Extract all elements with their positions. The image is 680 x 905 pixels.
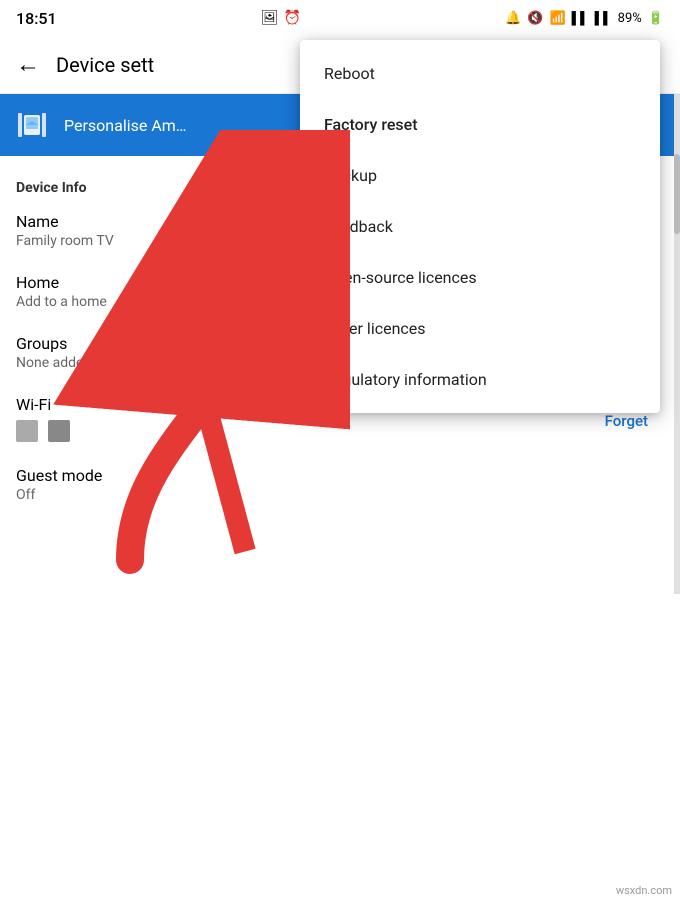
dropdown-menu: Reboot Factory reset Backup Feedback Ope… <box>300 40 660 413</box>
photo-icon: 🖼 <box>261 10 279 26</box>
wifi-box-2 <box>48 420 70 442</box>
wifi-left: Wi-Fi <box>16 395 70 442</box>
dropdown-item-open-source[interactable]: Open-source licences <box>300 252 660 303</box>
wifi-label: Wi-Fi <box>16 395 70 414</box>
scrollbar-thumb[interactable] <box>674 154 680 234</box>
battery-percent: 89% <box>618 11 642 26</box>
page-title: Device sett <box>56 53 154 77</box>
alarm-icon: ⏰ <box>284 10 301 26</box>
signal-icon: ▌▌ <box>572 11 589 25</box>
wifi-icon: 📶 <box>549 11 565 26</box>
status-time: 18:51 <box>16 9 57 28</box>
dropdown-item-regulatory[interactable]: Regulatory information <box>300 354 660 405</box>
guest-mode-value: Off <box>16 487 664 503</box>
guest-mode-label: Guest mode <box>16 466 664 485</box>
signal2-icon: ▌▌ <box>595 11 612 25</box>
wifi-icons <box>16 420 70 442</box>
status-bar: 18:51 🖼 ⏰ 🔔 🔇 📶 ▌▌ ▌▌ 89% 🔋 <box>0 0 680 36</box>
status-right-icons: 🔔 🔇 📶 ▌▌ ▌▌ 89% 🔋 <box>505 11 664 26</box>
back-button[interactable]: ← <box>16 50 40 79</box>
dropdown-item-factory-reset[interactable]: Factory reset <box>300 99 660 150</box>
battery-icon: 🔋 <box>648 11 664 26</box>
scrollbar-track <box>674 94 680 594</box>
silent-icon: 🔇 <box>527 11 543 26</box>
status-center-icons: 🖼 ⏰ <box>261 10 301 26</box>
watermark: wsxdn.com <box>616 884 672 897</box>
dropdown-item-feedback[interactable]: Feedback <box>300 201 660 252</box>
dropdown-item-other-licences[interactable]: Other licences <box>300 303 660 354</box>
personalise-icon <box>16 111 48 139</box>
selected-item-label: Personalise Am… <box>64 116 186 135</box>
wifi-box-1 <box>16 420 38 442</box>
dropdown-item-reboot[interactable]: Reboot <box>300 48 660 99</box>
guest-mode-item[interactable]: Guest mode Off <box>0 454 680 515</box>
dropdown-item-backup[interactable]: Backup <box>300 150 660 201</box>
mute-icon: 🔔 <box>505 11 521 26</box>
